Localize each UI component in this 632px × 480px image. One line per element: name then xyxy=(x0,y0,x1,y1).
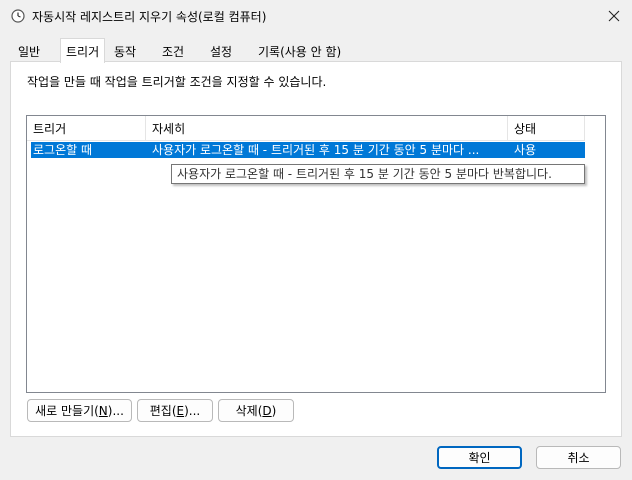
cell-status: 사용 xyxy=(514,143,537,157)
close-icon xyxy=(608,10,620,22)
trigger-list[interactable]: 트리거 자세히 상태 로그온할 때 사용자가 로그온할 때 - 트리거된 후 1… xyxy=(26,115,606,393)
tab-actions[interactable]: 동작 xyxy=(109,41,141,62)
button-label: )... xyxy=(184,403,201,418)
details-tooltip: 사용자가 로그온할 때 - 트리거된 후 15 분 기간 동안 5 분마다 반복… xyxy=(171,164,585,184)
tab-triggers[interactable]: 트리거 xyxy=(60,38,106,63)
tab-bar: 일반 트리거 동작 조건 설정 기록(사용 안 함) xyxy=(10,38,622,63)
clock-icon xyxy=(11,9,25,23)
table-row[interactable]: 로그온할 때 사용자가 로그온할 때 - 트리거된 후 15 분 기간 동안 5… xyxy=(31,142,585,158)
trigger-description: 작업을 만들 때 작업을 트리거할 조건을 지정할 수 있습니다. xyxy=(27,75,327,89)
tab-label: 일반 xyxy=(18,45,41,59)
mnemonic-key: N xyxy=(98,403,108,418)
new-trigger-button[interactable]: 새로 만들기(N)... xyxy=(27,399,132,422)
window-title: 자동시작 레지스트리 지우기 속성(로컬 컴퓨터) xyxy=(32,10,267,24)
button-label: 삭제( xyxy=(235,404,263,418)
tab-label: 동작 xyxy=(114,45,137,59)
tab-settings[interactable]: 설정 xyxy=(205,41,237,62)
cell-details: 사용자가 로그온할 때 - 트리거된 후 15 분 기간 동안 5 분마다 ..… xyxy=(152,143,480,157)
ok-button[interactable]: 확인 xyxy=(437,446,522,469)
column-header-trigger[interactable]: 트리거 xyxy=(27,116,146,140)
mnemonic-key: E xyxy=(176,403,185,418)
edit-trigger-button[interactable]: 편집(E)... xyxy=(137,399,213,422)
button-label: 새로 만들기( xyxy=(35,404,99,418)
column-header-label: 상태 xyxy=(514,121,537,136)
tab-general[interactable]: 일반 xyxy=(13,41,45,62)
list-header: 트리거 자세히 상태 xyxy=(27,116,585,141)
close-button[interactable] xyxy=(604,7,624,25)
button-label: 편집( xyxy=(149,404,177,418)
mnemonic-key: D xyxy=(262,403,272,418)
button-label: 확인 xyxy=(468,451,491,465)
button-label: )... xyxy=(107,403,124,418)
tab-history[interactable]: 기록(사용 안 함) xyxy=(253,41,346,62)
delete-trigger-button[interactable]: 삭제(D) xyxy=(218,399,294,422)
button-label: 취소 xyxy=(567,451,590,465)
column-header-status[interactable]: 상태 xyxy=(508,116,585,140)
tab-label: 트리거 xyxy=(66,44,100,59)
cell-trigger: 로그온할 때 xyxy=(33,143,93,157)
column-header-details[interactable]: 자세히 xyxy=(146,116,508,140)
tab-conditions[interactable]: 조건 xyxy=(157,41,189,62)
column-header-label: 자세히 xyxy=(152,121,186,136)
button-label: ) xyxy=(271,403,277,418)
column-header-label: 트리거 xyxy=(33,121,67,136)
title-bar: 자동시작 레지스트리 지우기 속성(로컬 컴퓨터) xyxy=(0,0,632,32)
tab-label: 기록(사용 안 함) xyxy=(258,45,342,59)
tab-label: 조건 xyxy=(162,45,185,59)
tab-label: 설정 xyxy=(210,45,233,59)
cancel-button[interactable]: 취소 xyxy=(536,446,621,469)
